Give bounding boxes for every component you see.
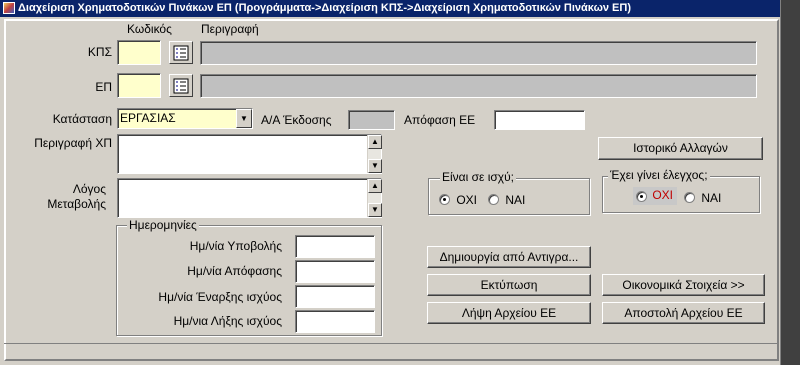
- radio-selected-icon: [636, 190, 647, 202]
- checked-yes-radio[interactable]: ΝΑΙ: [684, 190, 721, 205]
- list-icon: [173, 78, 189, 93]
- description-xp-textarea[interactable]: ▲ ▼: [117, 134, 382, 174]
- radio-empty-icon: [488, 194, 499, 206]
- list-icon: [173, 45, 189, 60]
- arrow-down-icon[interactable]: ▼: [368, 159, 382, 173]
- create-from-copy-button[interactable]: Δημιουργία από Αντιγρα...: [427, 246, 591, 268]
- start-date-label: Ημ/νία Έναρξης ισχύος: [158, 290, 282, 304]
- arrow-up-icon[interactable]: ▲: [368, 179, 382, 193]
- history-button[interactable]: Ιστορικό Αλλαγών: [598, 137, 763, 160]
- decision-date-label: Ημ/νία Απόφασης: [187, 264, 282, 278]
- checked-no-radio[interactable]: ΟΧΙ: [633, 187, 677, 205]
- status-value: ΕΡΓΑΣΙΑΣ: [120, 111, 176, 125]
- end-date-input[interactable]: [295, 310, 375, 333]
- change-reason-scrollbar[interactable]: ▲ ▼: [367, 179, 382, 217]
- kps-label: ΚΠΣ: [87, 45, 112, 59]
- arrow-down-icon[interactable]: ▼: [368, 203, 382, 217]
- change-reason-textarea[interactable]: ▲ ▼: [117, 178, 382, 218]
- financials-button[interactable]: Οικονομικά Στοιχεία >>: [602, 274, 765, 296]
- status-divider: [4, 343, 779, 344]
- checked-title: Έχει γίνει έλεγχος;: [608, 168, 710, 182]
- send-ee-file-button[interactable]: Αποστολή Αρχείου ΕΕ: [602, 302, 765, 324]
- status-dropdown-button[interactable]: ▼: [236, 109, 252, 128]
- checked-yes-label: ΝΑΙ: [701, 190, 722, 205]
- window-title: Διαχείριση Χρηματοδοτικών Πινάκων ΕΠ (Πρ…: [18, 2, 631, 14]
- desktop-background: [780, 0, 800, 365]
- ep-lov-button[interactable]: [169, 74, 193, 97]
- print-button[interactable]: Εκτύπωση: [427, 274, 591, 296]
- status-select[interactable]: ΕΡΓΑΣΙΑΣ ▼: [117, 108, 253, 129]
- change-reason-label-line1: Λόγος: [72, 182, 106, 196]
- change-reason-label-line2: Μεταβολής: [47, 197, 106, 211]
- status-label: Κατάσταση: [52, 112, 112, 126]
- in-force-no-radio[interactable]: ΟΧΙ: [439, 192, 477, 207]
- ep-label: ΕΠ: [95, 80, 112, 94]
- radio-selected-icon: [439, 194, 450, 206]
- in-force-no-label: ΟΧΙ: [456, 192, 478, 207]
- radio-empty-icon: [684, 192, 695, 204]
- in-force-yes-label: ΝΑΙ: [505, 192, 526, 207]
- in-force-title: Είναι σε ισχύ;: [440, 170, 516, 184]
- description-xp-scrollbar[interactable]: ▲ ▼: [367, 135, 382, 173]
- code-header: Κωδικός: [127, 22, 172, 36]
- start-date-input[interactable]: [295, 285, 375, 308]
- end-date-label: Ημ/νια Λήξης ισχύος: [173, 314, 282, 328]
- title-bar: Διαχείριση Χρηματοδοτικών Πινάκων ΕΠ (Πρ…: [0, 0, 780, 17]
- ep-code-input[interactable]: [117, 73, 161, 98]
- description-header: Περιγραφή: [201, 22, 259, 36]
- arrow-up-icon[interactable]: ▲: [368, 135, 382, 149]
- submission-date-label: Ημ/νία Υποβολής: [189, 239, 282, 253]
- decision-date-input[interactable]: [295, 260, 375, 283]
- version-field: [348, 110, 395, 130]
- description-xp-label: Περιγραφή ΧΠ: [34, 136, 112, 150]
- submission-date-input[interactable]: [295, 235, 375, 258]
- get-ee-file-button[interactable]: Λήψη Αρχείου ΕΕ: [427, 302, 591, 324]
- kps-lov-button[interactable]: [169, 41, 193, 64]
- dates-title: Ημερομηνίες: [127, 218, 199, 232]
- checked-no-label: ΟΧΙ: [652, 187, 674, 202]
- chevron-down-icon: ▼: [240, 114, 248, 123]
- decision-input[interactable]: [494, 110, 585, 130]
- app-icon: [3, 2, 15, 14]
- kps-code-input[interactable]: [117, 40, 161, 65]
- decision-label: Απόφαση ΕΕ: [404, 113, 476, 127]
- in-force-yes-radio[interactable]: ΝΑΙ: [488, 192, 525, 207]
- version-label: Α/Α Έκδοσης: [261, 113, 332, 127]
- kps-description-field: [200, 41, 757, 65]
- ep-description-field: [200, 74, 757, 98]
